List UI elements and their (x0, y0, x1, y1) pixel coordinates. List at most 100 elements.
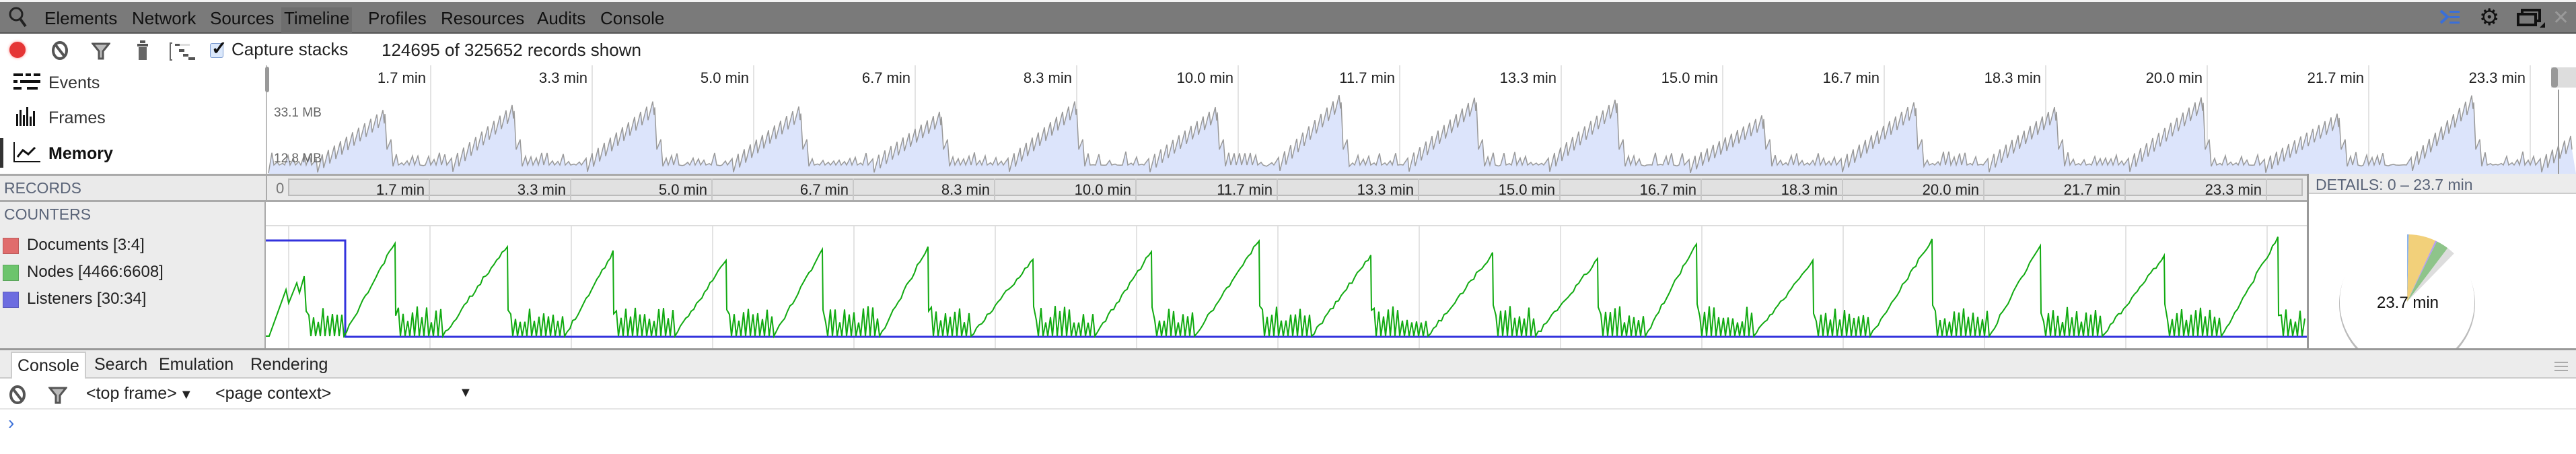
ruler-tick-label: 5.0 min (658, 181, 707, 198)
tab-resources[interactable]: Resources (438, 7, 527, 33)
ruler-gridline (1559, 179, 1561, 200)
sidebar-item-label: Memory (48, 144, 113, 164)
nodes-line (266, 236, 2305, 339)
ruler-tick-label: 13.3 min (1357, 181, 1414, 198)
nodes-swatch (3, 264, 19, 281)
ruler-gridline (570, 179, 571, 200)
ruler-gridline (1418, 179, 1419, 200)
records-ruler (288, 179, 2303, 196)
ruler-tick-label: 15.0 min (1498, 181, 1555, 198)
counter-listeners[interactable]: Listeners [30:34] (3, 290, 146, 309)
console-filter-icon[interactable] (47, 387, 69, 409)
ruler-tick-label: 8.3 min (941, 181, 990, 198)
clear-console-icon[interactable] (9, 385, 26, 409)
drawer-tab-console[interactable]: Console (11, 352, 86, 379)
close-icon[interactable]: ✕ (2552, 6, 2569, 30)
ruler-gridline (2124, 179, 2126, 200)
overview-window-edge[interactable] (2558, 90, 2559, 174)
documents-swatch (3, 237, 19, 254)
memory-icon (13, 142, 40, 167)
context-select-value: <page context> (215, 384, 332, 403)
drawer-resize-handle-icon[interactable] (2554, 357, 2568, 377)
sidebar-item-events[interactable]: Events (13, 73, 100, 94)
capture-stacks-label[interactable]: Capture stacks (231, 39, 348, 60)
overview-mode-list: Events Frames Memory (0, 65, 266, 174)
records-status: 124695 of 325652 records shown (382, 40, 641, 60)
ruler-gridline (2266, 179, 2267, 200)
ruler-tick-label: 11.7 min (1217, 181, 1273, 198)
tab-audits[interactable]: Audits (534, 7, 588, 33)
records-header: RECORDS 0 1.7 min 3.3 min 5.0 min 6.7 min 8.… (0, 174, 2307, 202)
memory-area (269, 95, 2576, 174)
filter-icon[interactable] (90, 42, 112, 65)
details-pie-chart (2339, 234, 2475, 348)
counter-documents[interactable]: Documents [3:4] (3, 236, 145, 255)
tab-timeline[interactable]: Timeline (281, 7, 353, 33)
main-tab-bar: Elements Network Sources Timeline Profil… (0, 0, 2576, 34)
ruler-gridline (711, 179, 713, 200)
counters-label: COUNTERS (4, 205, 92, 223)
ruler-gridline (1842, 179, 1843, 200)
record-button[interactable] (9, 42, 26, 58)
timeline-toolbar: ✓ Capture stacks 124695 of 325652 record… (0, 34, 2576, 65)
ruler-gridline (1983, 179, 1984, 200)
capture-stacks-checkbox[interactable]: ✓ (210, 38, 227, 59)
counter-nodes[interactable]: Nodes [4466:6608] (3, 263, 164, 282)
ruler-zero-label: 0 (276, 180, 285, 197)
drawer-tab-search[interactable]: Search (94, 352, 147, 377)
memory-overview[interactable]: 1.7 min 3.3 min 5.0 min 6.7 min 8.3 min 10.0 … (265, 65, 2576, 174)
tab-profiles[interactable]: Profiles (365, 7, 429, 33)
sidebar-item-memory[interactable]: Memory (13, 142, 113, 167)
clear-icon[interactable] (51, 41, 69, 65)
frame-select-value: <top frame> (86, 384, 177, 403)
overview-window-handle-left[interactable] (265, 67, 269, 92)
dock-icon[interactable] (2517, 9, 2546, 34)
drawer-tab-bar: Console Search Emulation Rendering (0, 348, 2576, 379)
ruler-tick-label: 3.3 min (517, 181, 566, 198)
search-icon[interactable] (8, 6, 28, 29)
counters-legend: COUNTERS Documents [3:4] Nodes [4466:660… (0, 202, 266, 348)
ruler-tick-label: 16.7 min (1639, 181, 1696, 198)
ruler-tick-label: 10.0 min (1074, 181, 1131, 198)
prompt-icon: › (8, 412, 15, 433)
tab-console[interactable]: Console (598, 7, 667, 33)
pie-center-label: 23.7 min (2376, 294, 2439, 312)
overview-scrollbar[interactable] (2551, 67, 2576, 88)
sidebar-item-frames[interactable]: Frames (13, 107, 106, 131)
frame-select[interactable]: <top frame> ▼ (86, 384, 193, 403)
drawer-tab-emulation[interactable]: Emulation (159, 352, 234, 377)
tab-elements[interactable]: Elements (42, 7, 120, 33)
gear-icon[interactable]: ⚙ (2479, 6, 2499, 29)
listeners-swatch (3, 291, 19, 308)
ruler-gridline (429, 179, 430, 200)
events-icon (13, 73, 40, 94)
console-drawer-icon[interactable] (2439, 9, 2461, 30)
drawer-tab-rendering[interactable]: Rendering (250, 352, 328, 377)
console-toolbar: <top frame> ▼ <page context> ▼ (0, 379, 2576, 410)
ruler-gridline (1135, 179, 1137, 200)
ruler-gridline (1277, 179, 1278, 200)
ruler-tick-label: 20.0 min (1922, 181, 1979, 198)
console-input[interactable]: › (0, 410, 2576, 454)
memory-min-label: 12.8 MB (274, 152, 322, 166)
tab-sources[interactable]: Sources (207, 7, 277, 33)
counters-graph[interactable] (266, 202, 2307, 348)
ruler-tick-label: 23.3 min (2205, 181, 2262, 198)
counter-label: Listeners [30:34] (27, 290, 147, 308)
selected-indicator (0, 138, 3, 168)
counters-graph-svg (266, 236, 2307, 339)
memory-max-label: 33.1 MB (274, 106, 322, 120)
counter-label: Nodes [4466:6608] (27, 263, 164, 281)
ruler-tick-label: 21.7 min (2063, 181, 2120, 198)
counter-label: Documents [3:4] (27, 236, 145, 254)
ruler-gridline (994, 179, 995, 200)
tab-network[interactable]: Network (129, 7, 199, 33)
details-pane: DETAILS: 0 – 23.7 min 23.7 min (2307, 174, 2576, 348)
pie-slice-idle (2340, 234, 2474, 348)
records-label: RECORDS (4, 179, 82, 197)
sidebar-item-label: Frames (48, 108, 106, 128)
flamechart-icon[interactable] (170, 42, 196, 65)
context-select[interactable]: <page context> ▼ (215, 384, 472, 403)
garbage-collect-icon[interactable] (136, 40, 149, 65)
ruler-tick-label: 18.3 min (1781, 181, 1838, 198)
